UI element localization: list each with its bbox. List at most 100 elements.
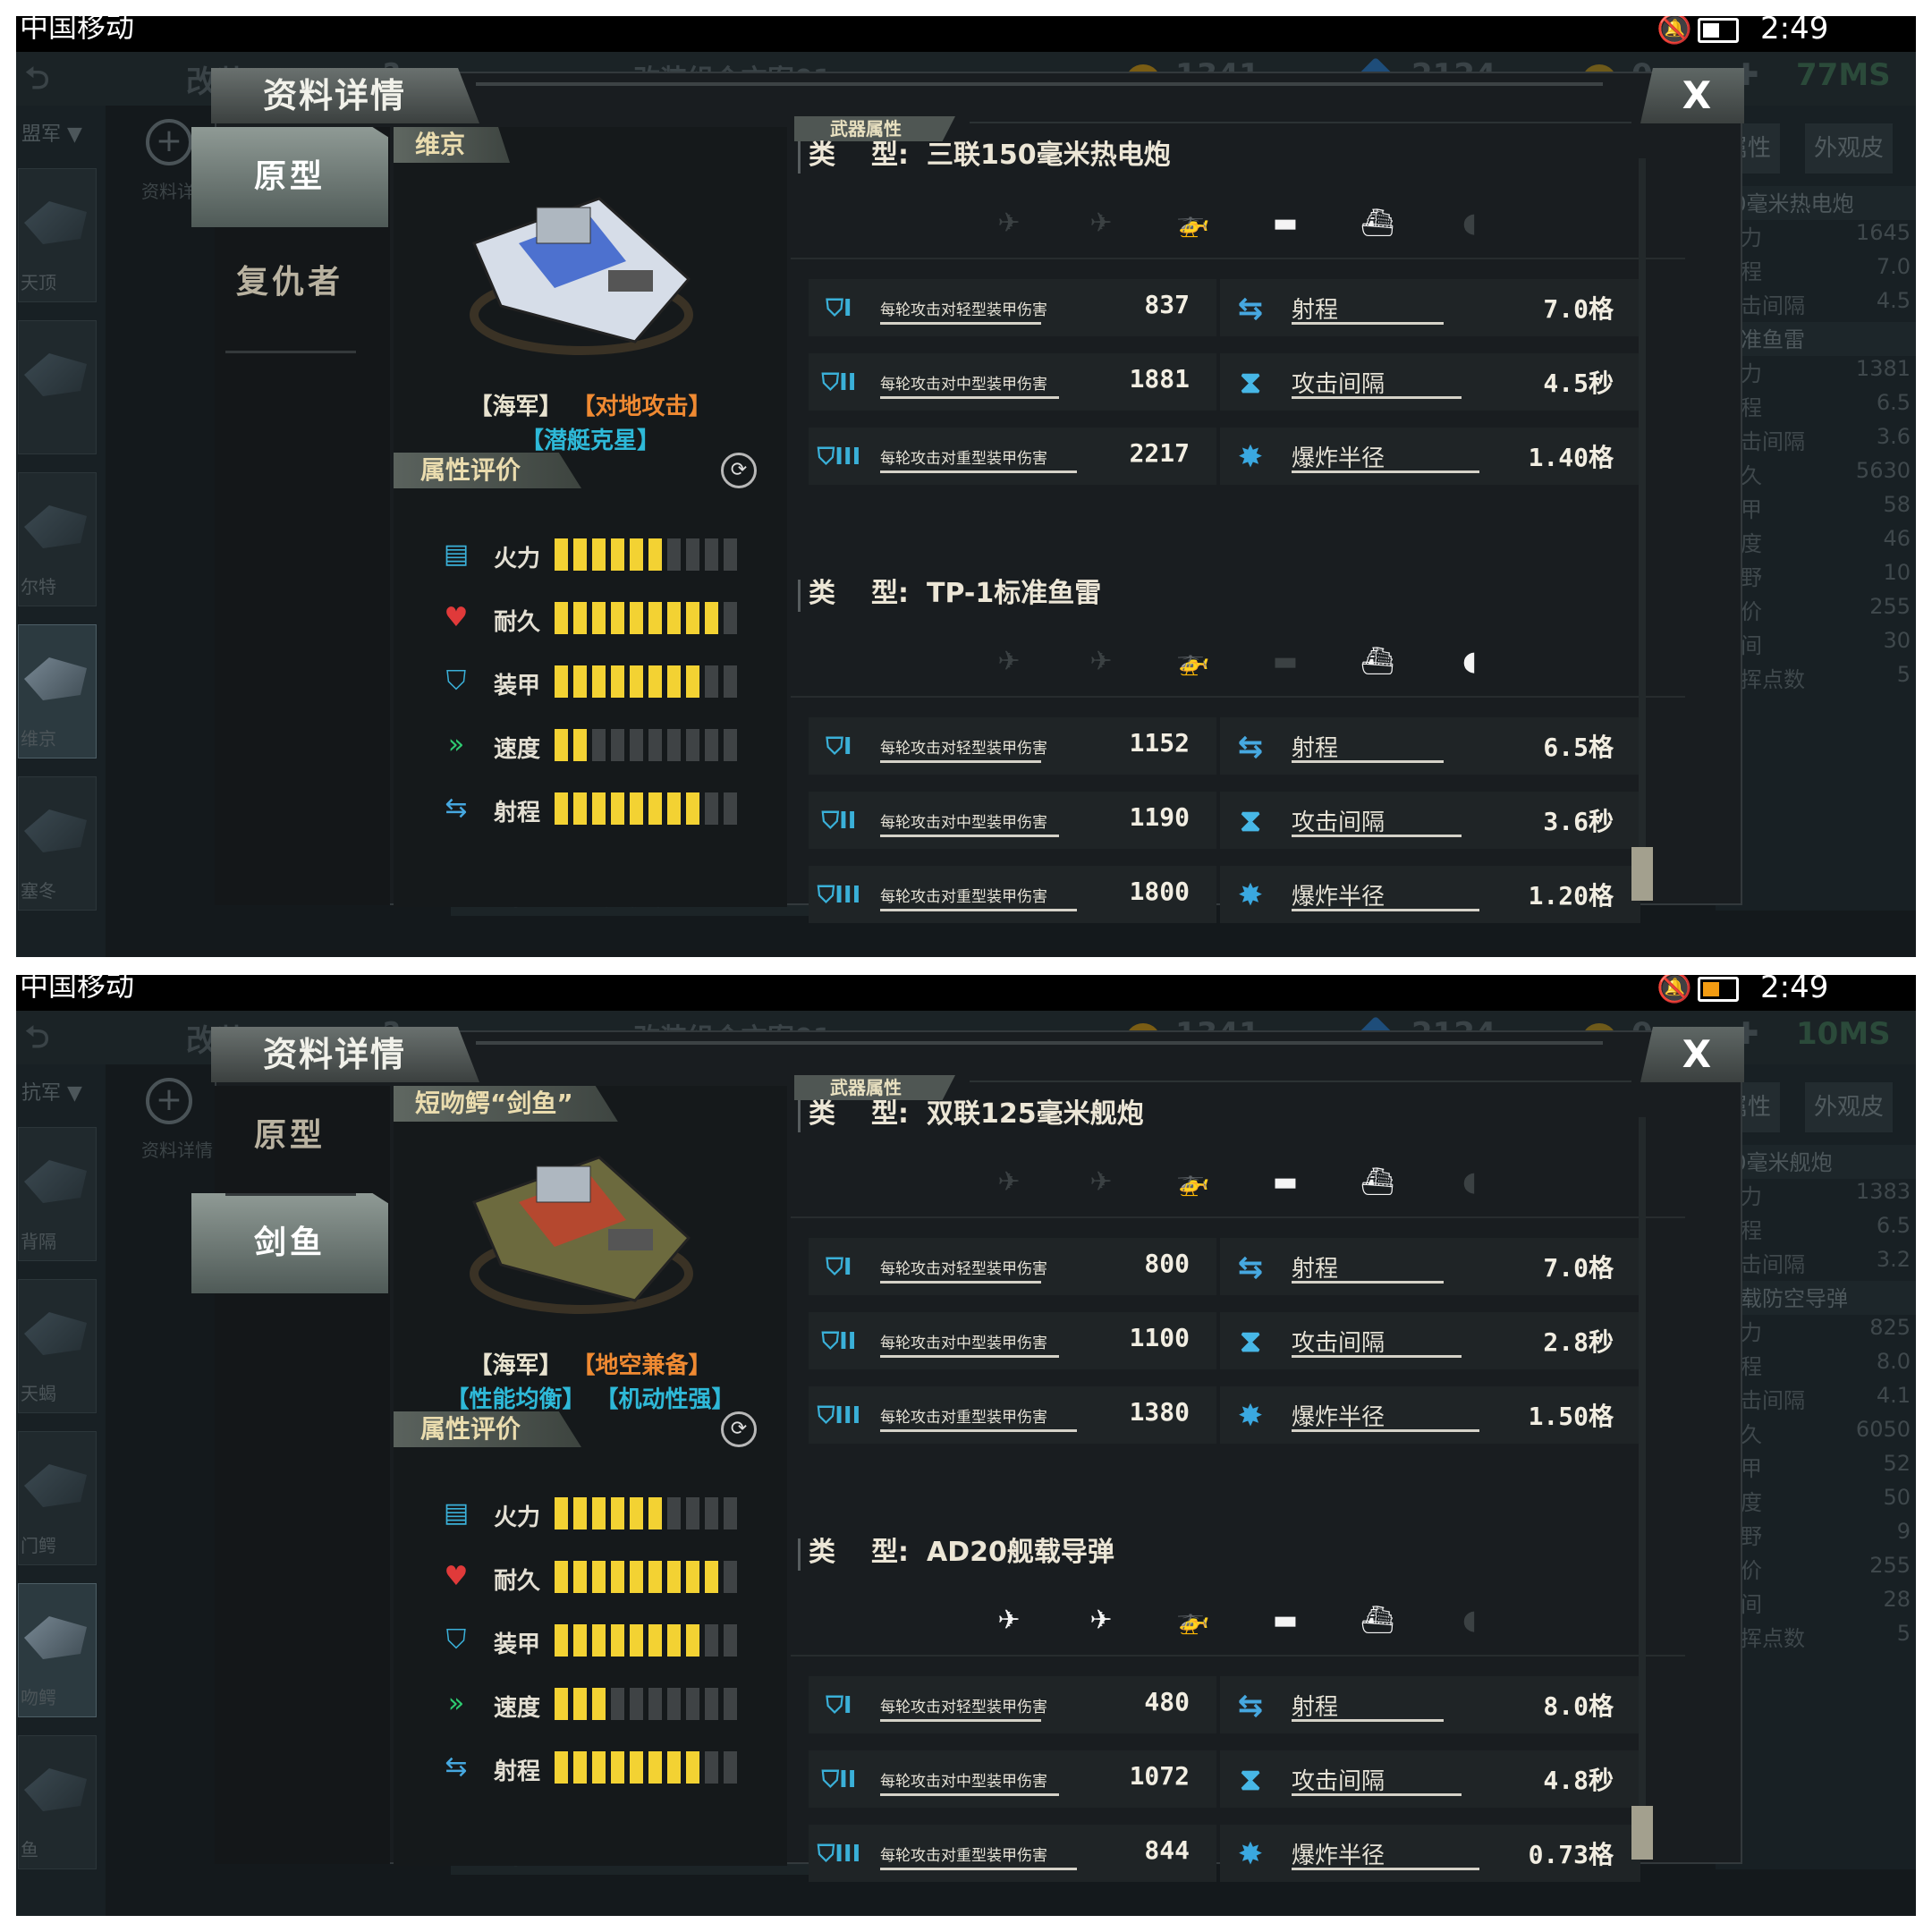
unit-thumb[interactable]	[18, 320, 97, 454]
attr-bar	[555, 729, 742, 761]
stat-line: 攻击间隔 4.1	[1716, 1383, 1916, 1417]
attr-bar-segment	[648, 538, 662, 571]
variant-tab[interactable]: 原型	[191, 1086, 388, 1186]
ship-icon: ⛴	[1360, 1166, 1395, 1198]
damage-stat: ⛉I 每轮攻击对轻型装甲伤害 800	[809, 1238, 1216, 1295]
stat-underline	[1292, 1429, 1479, 1432]
attr-bar-segment	[667, 602, 681, 634]
heart-icon: ♥	[444, 1561, 469, 1592]
stat-underline	[1292, 1719, 1444, 1722]
damage-stat-value: 2217	[1129, 438, 1190, 468]
stat-line-value: 3.6	[1876, 424, 1911, 449]
attr-bar-segment	[686, 665, 699, 698]
attr-bar-segment	[573, 729, 587, 761]
damage-stat-value: 837	[1144, 290, 1190, 319]
unit-thumb[interactable]: 塞冬	[18, 776, 97, 911]
unit-thumb[interactable]: 吻鳄	[18, 1583, 97, 1717]
weapon-stat: ⧗ 攻击间隔 2.8秒	[1220, 1312, 1640, 1369]
submarine-icon: ◖	[1462, 1605, 1477, 1636]
close-button[interactable]: X	[1640, 68, 1744, 123]
unit-thumb[interactable]: 门鳄	[18, 1431, 97, 1565]
scrollbar[interactable]	[1631, 158, 1653, 901]
unit-thumb[interactable]: 鱼	[18, 1735, 97, 1869]
attr-bar-segment	[630, 729, 643, 761]
scrollbar[interactable]	[1631, 1117, 1653, 1860]
attr-bar-segment	[555, 1688, 568, 1720]
tab-separator	[225, 1193, 356, 1196]
unit-thumb-name: 尔特	[21, 576, 56, 597]
weapon-type-name: 三联150毫米热电炮	[927, 140, 1171, 171]
unit-thumb-name: 维京	[21, 728, 56, 750]
unit-thumb[interactable]: 维京	[18, 624, 97, 758]
stat-underline	[1292, 1793, 1462, 1796]
stats-panel: 属性外观皮50毫米热电炮火力1645射程7.0攻击间隔4.5标准鱼雷火力1381…	[1716, 106, 1916, 911]
range-icon: ⇆	[1237, 1688, 1264, 1724]
ship-icon: ⛴	[1360, 1605, 1395, 1636]
stat-underline	[1292, 835, 1462, 837]
faction-filter[interactable]: 盟军 ▼	[21, 118, 82, 147]
zoom-icon[interactable]: +	[146, 119, 192, 165]
attr-bar-segment	[648, 1561, 662, 1593]
unit-thumb[interactable]: 天蝎	[18, 1279, 97, 1413]
unit-thumb[interactable]: 尔特	[18, 472, 97, 606]
hourglass-icon: ⧗	[1240, 1324, 1261, 1360]
attr-label: 耐久	[494, 1568, 541, 1595]
weapon-stat-label: 攻击间隔	[1292, 1768, 1385, 1795]
right-tab[interactable]: 外观皮	[1805, 1082, 1894, 1132]
scrollbar-thumb[interactable]	[1631, 1806, 1653, 1860]
attr-header: 属性评价	[394, 1411, 581, 1447]
armor-icon: ⛉	[445, 1624, 467, 1656]
right-tab[interactable]: 外观皮	[1805, 123, 1894, 174]
plane-icon: ✈	[1089, 646, 1113, 677]
battery-level	[1703, 23, 1719, 38]
attr-bar-segment	[686, 1497, 699, 1530]
range-icon: ⇆	[445, 1751, 468, 1783]
weapons-panel: 武器属性类型: 三联150毫米热电炮 ✈ ✈ 🚁 ▬ ⛴ ◖ ⛉I 每轮攻击对轻型装甲伤害 837 ⛉…	[791, 116, 1721, 923]
stat-line: 火力825	[1716, 1315, 1916, 1349]
armor-icon: ⛉	[445, 665, 467, 697]
target-icons: ✈ ✈ 🚁 ▬ ⛴ ◖	[982, 1603, 1483, 1639]
stat-line-value: 5	[1896, 662, 1911, 687]
armor-tier-icon: ⛉II	[821, 1767, 857, 1793]
armor-tier-icon: ⛉II	[821, 1328, 857, 1355]
faction-label: 盟军	[21, 123, 62, 146]
stat-line: 舰载防空导弹	[1716, 1281, 1916, 1315]
attr-bar-segment	[592, 1497, 606, 1530]
heart-icon: ♥	[444, 602, 469, 633]
unit-thumb-image	[24, 505, 87, 548]
stat-line: 标准鱼雷	[1716, 322, 1916, 356]
hourglass-icon: ⧗	[1240, 1762, 1261, 1798]
unit-thumb-name: 门鳄	[21, 1535, 56, 1556]
weapon-stat-label: 爆炸半径	[1292, 884, 1385, 911]
unit-thumb[interactable]: 天顶	[18, 168, 97, 302]
refresh-icon[interactable]: ⟳	[721, 1411, 757, 1447]
attr-bar-segment	[667, 665, 681, 698]
refresh-icon[interactable]: ⟳	[721, 453, 757, 488]
unit-thumb[interactable]: 背隔	[18, 1127, 97, 1261]
variant-tab[interactable]: 复仇者	[191, 233, 388, 333]
scrollbar-thumb[interactable]	[1631, 847, 1653, 901]
weapons-panel: 武器属性类型: 双联125毫米舰炮 ✈ ✈ 🚁 ▬ ⛴ ◖ ⛉I 每轮攻击对轻型装甲伤害 800 ⛉I…	[791, 1075, 1721, 1882]
attr-bar-segment	[555, 602, 568, 634]
clock: 2:49	[1760, 975, 1829, 1005]
zoom-icon[interactable]: +	[146, 1078, 192, 1124]
back-button[interactable]: ⮌	[25, 57, 49, 108]
damage-stat-label: 每轮攻击对中型装甲伤害	[880, 1773, 1047, 1791]
back-button[interactable]: ⮌	[25, 1016, 49, 1067]
damage-stat: ⛉I 每轮攻击对轻型装甲伤害 837	[809, 279, 1216, 336]
stat-underline	[880, 1429, 1077, 1432]
damage-stat-label: 每轮攻击对轻型装甲伤害	[880, 301, 1047, 319]
faction-filter[interactable]: 抗军 ▼	[21, 1077, 82, 1106]
variant-tab[interactable]: 原型	[191, 127, 388, 227]
stat-underline	[880, 1719, 1041, 1722]
damage-stat: ⛉III 每轮攻击对重型装甲伤害 2217	[809, 428, 1216, 485]
chevron-down-icon: ▼	[61, 1082, 82, 1105]
close-button[interactable]: X	[1640, 1027, 1744, 1082]
stat-line-value: 8.0	[1876, 1349, 1911, 1374]
firepower-icon: ▤	[443, 538, 470, 570]
stat-line: 时间28	[1716, 1587, 1916, 1621]
attr-label: 速度	[494, 1695, 541, 1722]
stat-line: 50毫米热电炮	[1716, 186, 1916, 220]
variant-tab[interactable]: 剑鱼	[191, 1193, 388, 1293]
weapon-stat: ⧗ 攻击间隔 4.8秒	[1220, 1750, 1640, 1808]
